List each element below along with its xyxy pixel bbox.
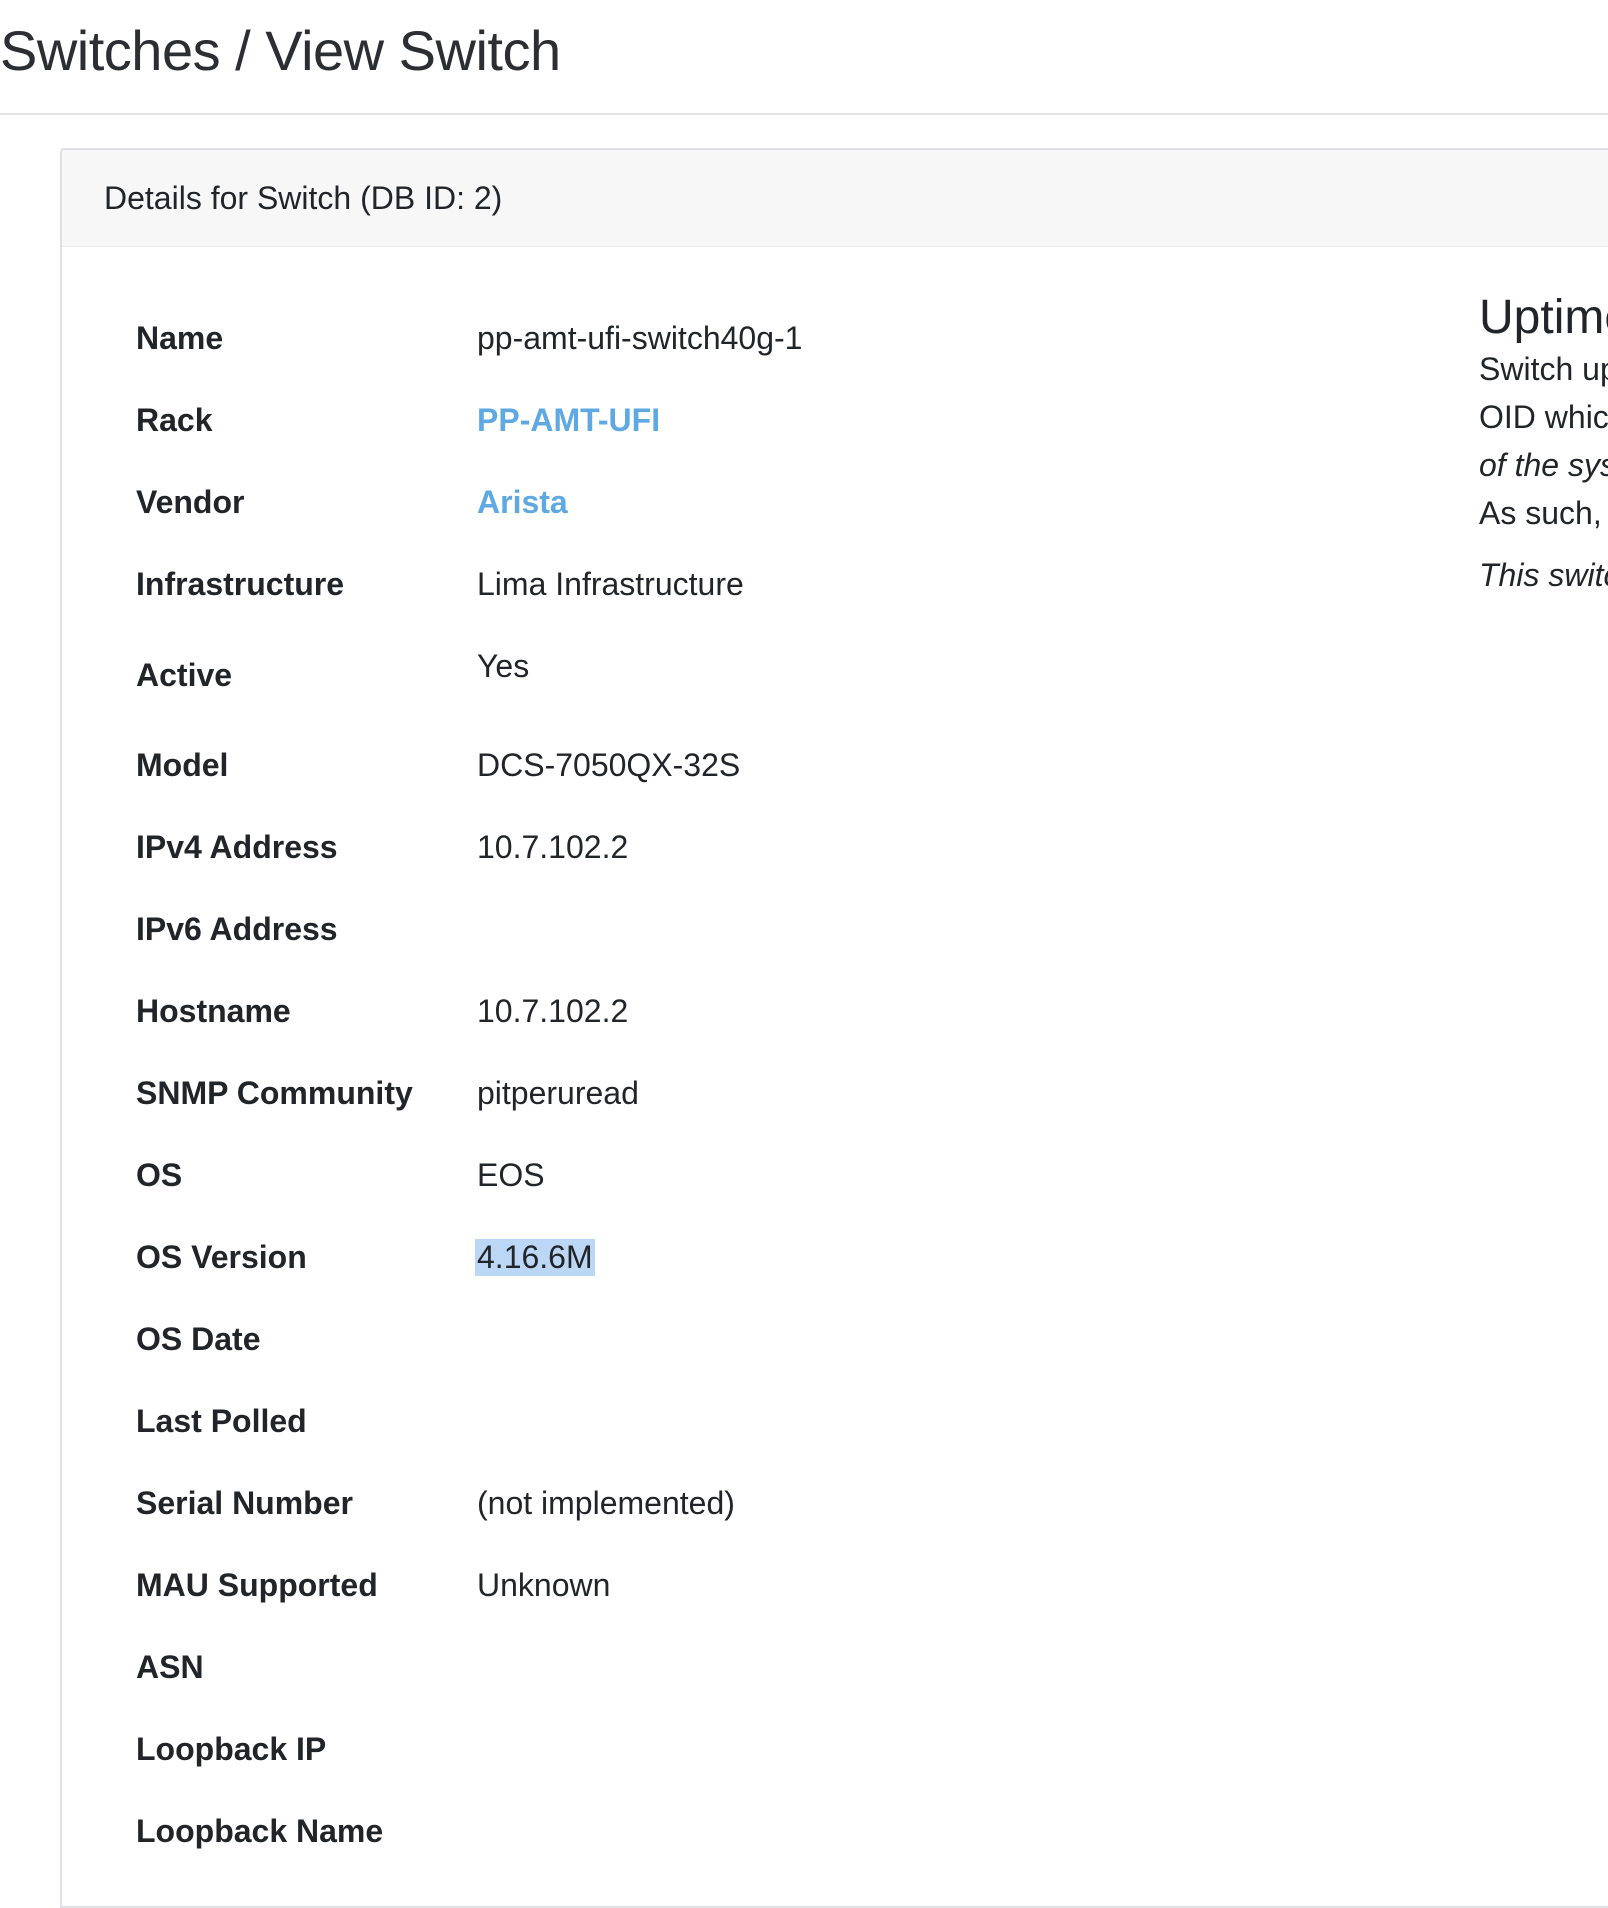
detail-label: Loopback IP: [136, 1731, 327, 1767]
detail-label: Active: [136, 657, 233, 693]
detail-value: 10.7.102.2: [477, 829, 629, 865]
detail-label: Vendor: [136, 484, 245, 520]
detail-value: Lima Infrastructure: [477, 566, 744, 602]
vendor-link[interactable]: Arista: [477, 484, 568, 521]
page-header: Switches / View Switch: [0, 0, 1608, 115]
detail-label: Serial Number: [136, 1485, 353, 1521]
detail-value: Unknown: [477, 1567, 611, 1603]
detail-row-model: Model DCS-7050QX-32S: [136, 747, 1036, 797]
uptime-text-line: OID whic: [1479, 399, 1608, 435]
detail-label: Name: [136, 320, 224, 356]
detail-label: Hostname: [136, 993, 291, 1029]
detail-value: 10.7.102.2: [477, 993, 629, 1029]
detail-row-loopback-name: Loopback Name: [136, 1813, 1036, 1863]
detail-row-ipv6: IPv6 Address: [136, 911, 1036, 961]
uptime-panel: Uptime Switch up OID whic of the sys As …: [1479, 290, 1608, 599]
uptime-heading: Uptime: [1479, 291, 1608, 344]
card-title: Details for Switch (DB ID: 2): [104, 179, 503, 216]
page-title: Switches / View Switch: [0, 19, 561, 82]
detail-label: Last Polled: [136, 1403, 307, 1439]
detail-row-asn: ASN: [136, 1649, 1036, 1699]
rack-link[interactable]: PP-AMT-UFI: [477, 402, 660, 439]
detail-row-vendor: Vendor Arista: [136, 484, 1036, 534]
detail-row-last-polled: Last Polled: [136, 1403, 1036, 1453]
detail-label: OS Version: [136, 1239, 307, 1275]
detail-label: IPv4 Address: [136, 829, 338, 865]
detail-value: DCS-7050QX-32S: [477, 747, 741, 783]
detail-value: pp-amt-ufi-switch40g-1: [477, 320, 803, 356]
os-version-value-selected[interactable]: 4.16.6M: [475, 1239, 595, 1276]
detail-row-rack: Rack PP-AMT-UFI: [136, 402, 1036, 452]
detail-row-active: Active Yes: [136, 648, 1036, 698]
detail-value: (not implemented): [477, 1485, 735, 1521]
detail-value: Yes: [477, 648, 530, 684]
detail-label: IPv6 Address: [136, 911, 338, 947]
detail-row-os-version: OS Version 4.16.6M: [136, 1239, 1036, 1289]
detail-row-hostname: Hostname 10.7.102.2: [136, 993, 1036, 1043]
detail-row-ipv4: IPv4 Address 10.7.102.2: [136, 829, 1036, 879]
detail-label: ASN: [136, 1649, 204, 1685]
detail-value: EOS: [477, 1157, 545, 1193]
detail-row-snmp-community: SNMP Community pitperuread: [136, 1075, 1036, 1125]
detail-row-name: Name pp-amt-ufi-switch40g-1: [136, 320, 1036, 370]
uptime-text-line: of the sys: [1479, 447, 1608, 483]
uptime-text-line: As such,: [1479, 495, 1602, 531]
detail-row-os: OS EOS: [136, 1157, 1036, 1207]
detail-label: SNMP Community: [136, 1075, 413, 1111]
switch-details-card: Details for Switch (DB ID: 2) Name pp-am…: [60, 148, 1608, 1908]
card-header: Details for Switch (DB ID: 2): [62, 150, 1608, 247]
detail-label: Loopback Name: [136, 1813, 384, 1849]
detail-label: Rack: [136, 402, 213, 438]
detail-row-os-date: OS Date: [136, 1321, 1036, 1371]
detail-label: OS Date: [136, 1321, 261, 1357]
detail-value: pitperuread: [477, 1075, 639, 1111]
uptime-note: This switc: [1479, 557, 1608, 593]
detail-row-loopback-ip: Loopback IP: [136, 1731, 1036, 1781]
detail-row-serial-number: Serial Number (not implemented): [136, 1485, 1036, 1535]
detail-row-infrastructure: Infrastructure Lima Infrastructure: [136, 566, 1036, 616]
detail-label: Model: [136, 747, 229, 783]
detail-label: MAU Supported: [136, 1567, 378, 1603]
detail-row-mau-supported: MAU Supported Unknown: [136, 1567, 1036, 1617]
detail-label: Infrastructure: [136, 566, 345, 602]
detail-label: OS: [136, 1157, 183, 1193]
uptime-text-line: Switch up: [1479, 351, 1608, 387]
